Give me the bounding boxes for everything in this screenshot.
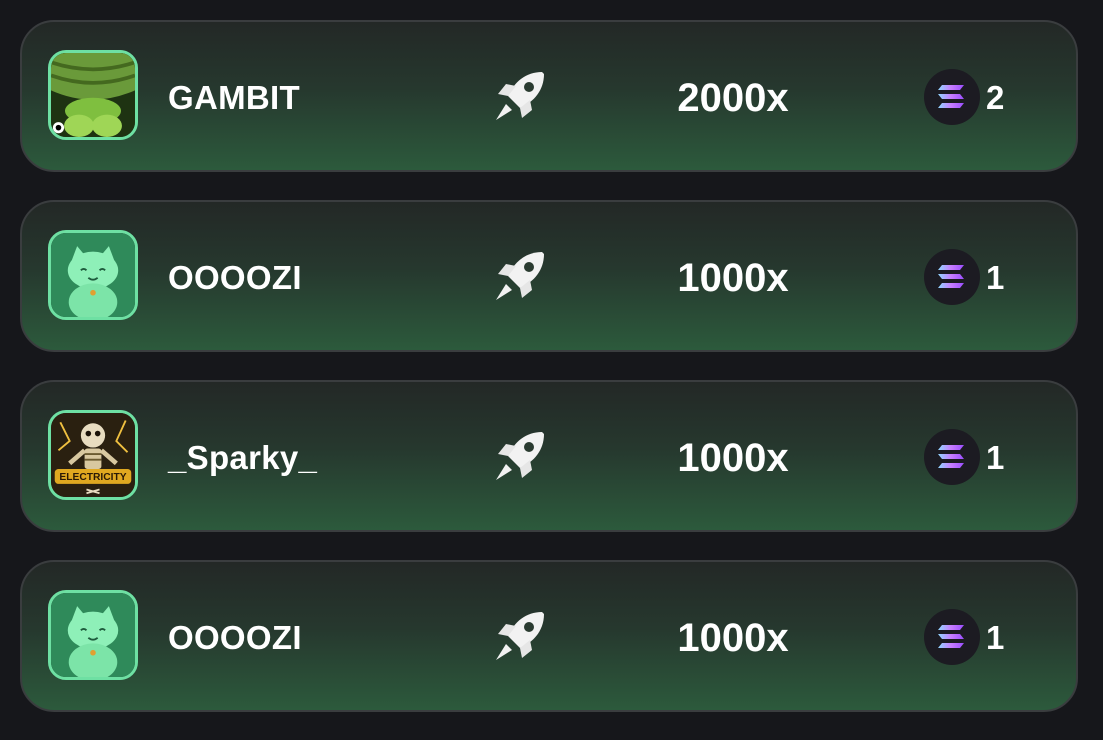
svg-text:ELECTRICITY: ELECTRICITY [59,472,126,483]
amount-value: 1 [986,259,1005,296]
solana-coin-icon [924,429,980,485]
list-item[interactable]: OOOOZI 1000x 1 [20,200,1078,352]
player-name: OOOOZI [168,619,302,656]
lucky-cat-avatar-icon [48,230,138,320]
frog-avatar-icon [48,50,138,140]
amount-value: 1 [986,619,1005,656]
player-name: OOOOZI [168,259,302,296]
list-item[interactable]: OOOOZI 1000x 1 [20,560,1078,712]
player-name: _Sparky_ [168,439,318,476]
list-item[interactable]: GAMBIT 2000x 2 [20,20,1078,172]
multiplier-value: 1000x [677,616,789,660]
winners-list: GAMBIT 2000x 2 OOOOZI 1000x 1 ELECTRICIT… [20,20,1078,740]
solana-coin-icon [924,609,980,665]
rocket-icon [490,66,550,126]
lucky-cat-avatar-icon [48,590,138,680]
multiplier-value: 1000x [677,256,789,300]
rocket-icon [490,246,550,306]
player-name: GAMBIT [168,79,300,116]
solana-coin-icon [924,69,980,125]
amount-value: 2 [986,79,1005,116]
skeleton-electricity-avatar-icon: ELECTRICITY [48,410,138,500]
multiplier-value: 2000x [677,76,789,120]
multiplier-value: 1000x [677,436,789,480]
rocket-icon [490,606,550,666]
solana-coin-icon [924,249,980,305]
amount-value: 1 [986,439,1005,476]
list-item[interactable]: ELECTRICITY _Sparky_ 1000x 1 [20,380,1078,532]
rocket-icon [490,426,550,486]
